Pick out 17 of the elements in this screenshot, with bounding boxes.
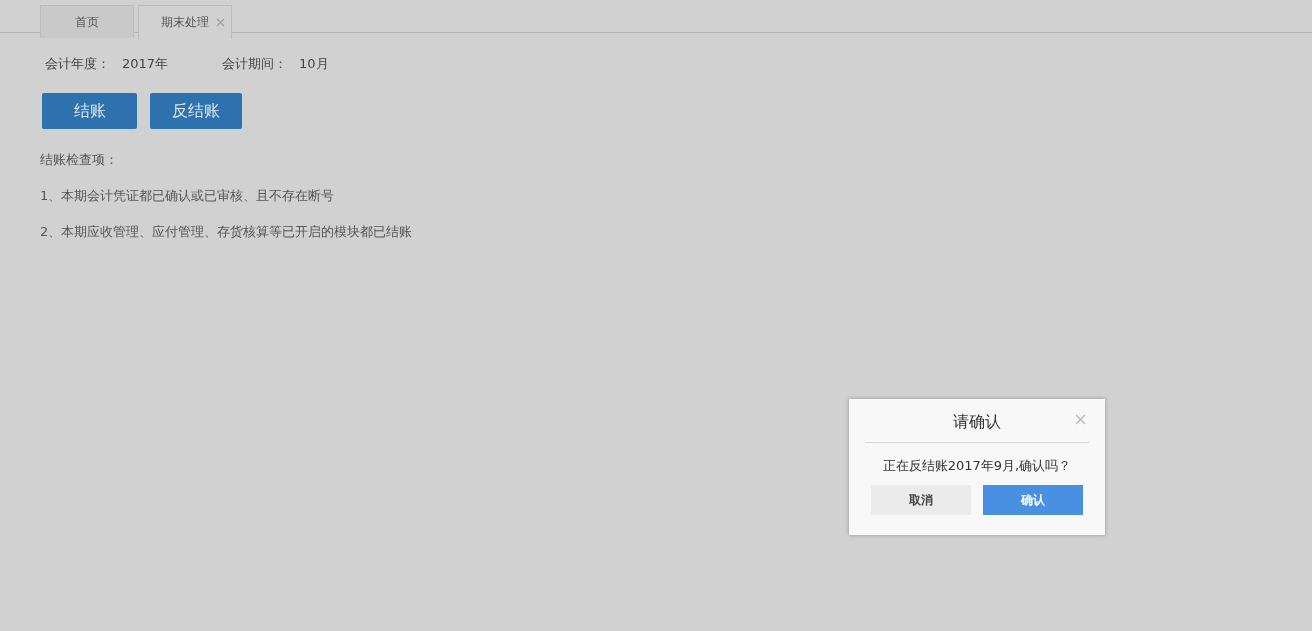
checklist-title: 结账检查项：: [40, 151, 119, 169]
action-button[interactable]: 反结账: [150, 93, 242, 129]
dialog-title: 请确认: [865, 399, 1089, 443]
checklist-item: 1、本期会计凭证都已确认或已审核、且不存在断号: [40, 187, 336, 205]
tab[interactable]: 期末处理: [138, 5, 232, 39]
confirm-button[interactable]: 确认: [983, 485, 1083, 515]
action-button[interactable]: 结账: [42, 93, 137, 129]
field-label: 会计期间：: [222, 55, 288, 73]
close-icon[interactable]: [1075, 414, 1086, 425]
close-icon[interactable]: [216, 18, 225, 27]
field-label: 会计年度：: [45, 55, 110, 73]
dialog-message: 正在反结账2017年9月,确认吗？: [881, 457, 1073, 475]
checklist-item: 2、本期应收管理、应付管理、存货核算等已开启的模块都已结账: [40, 223, 414, 241]
cancel-button[interactable]: 取消: [871, 485, 971, 515]
field-value: 2017年: [122, 55, 169, 73]
field-value: 10月: [299, 55, 329, 73]
tab[interactable]: 首页: [40, 5, 134, 38]
